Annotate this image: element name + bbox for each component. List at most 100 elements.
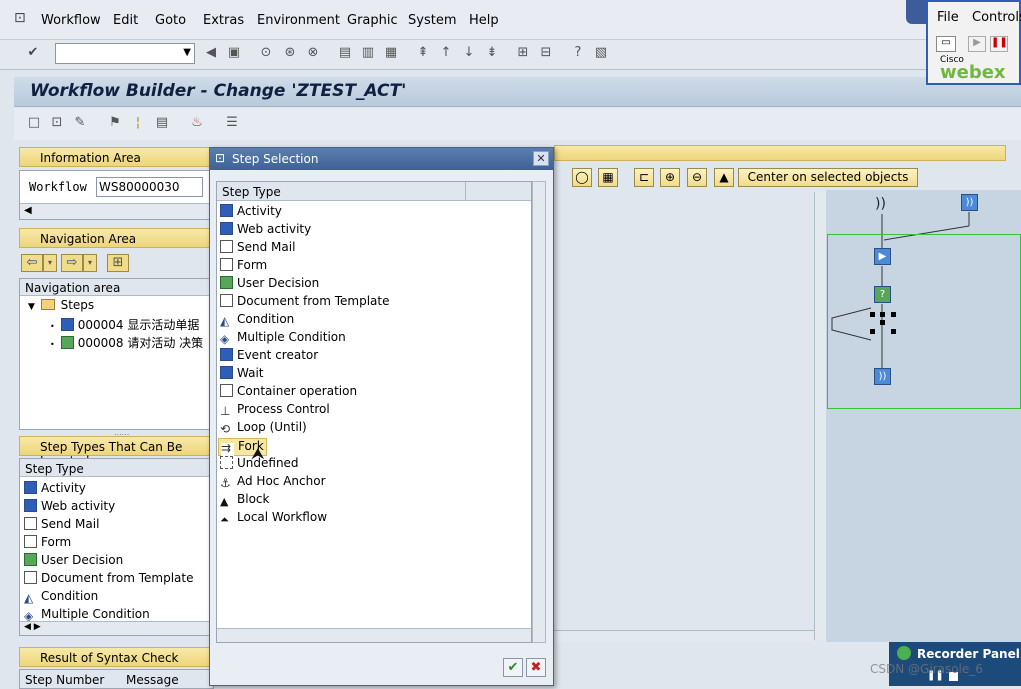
cancel-icon[interactable]: ⊗ <box>305 45 321 61</box>
dialog-item-event-creator[interactable]: Event creator <box>220 348 318 366</box>
information-area-header[interactable]: Information Area <box>19 147 214 167</box>
workflow-field[interactable]: WS80000030 <box>96 177 203 197</box>
tree-icon[interactable]: ⊞ <box>107 254 129 272</box>
dialog-item-process-control[interactable]: ⊥ Process Control <box>220 402 330 420</box>
zoom-fit-icon[interactable]: ◯ <box>572 168 592 187</box>
syntax-check-header[interactable]: Result of Syntax Check <box>19 647 214 667</box>
webex-menu-controls[interactable]: Controls <box>972 10 1021 25</box>
menu-system[interactable]: System <box>408 13 456 28</box>
other-workflow-icon[interactable]: ⊡ <box>49 115 65 131</box>
step-type-item[interactable]: ◭ Condition <box>24 589 98 607</box>
find-icon[interactable]: ▥ <box>360 45 376 61</box>
dialog-item-local-workflow[interactable]: ⏶ Local Workflow <box>220 510 327 528</box>
bin-icon[interactable]: ♨ <box>189 115 205 131</box>
folder-icon[interactable]: ▭ <box>936 36 956 52</box>
step-type-item[interactable]: Document from Template <box>24 571 193 589</box>
dropdown-icon[interactable]: ▾ <box>83 254 97 272</box>
new-icon[interactable]: □ <box>26 115 42 131</box>
dialog-item-web-activity[interactable]: Web activity <box>220 222 311 240</box>
horizontal-scrollbar[interactable] <box>217 628 531 642</box>
step-type-item[interactable]: Form <box>24 535 71 553</box>
tree-root-steps[interactable]: ▼ Steps <box>28 298 94 316</box>
first-page-icon[interactable]: ⇞ <box>415 45 431 61</box>
dialog-item-wait[interactable]: Wait <box>220 366 264 384</box>
step-type-label: Send Mail <box>41 517 100 531</box>
dialog-titlebar[interactable]: ⊡ Step Selection <box>210 148 553 170</box>
command-field[interactable]: ▼ <box>55 43 195 64</box>
cancel-button[interactable]: ✖ <box>526 658 546 677</box>
horizontal-scrollbar[interactable]: ◀ <box>20 203 213 219</box>
dialog-item-document-template[interactable]: Document from Template <box>220 294 389 312</box>
chevron-down-icon[interactable]: ▼ <box>183 47 191 58</box>
activate-icon[interactable]: ⚑ <box>107 115 123 131</box>
overview-icon[interactable]: ▦ <box>598 168 618 187</box>
last-page-icon[interactable]: ⇟ <box>484 45 500 61</box>
pause-icon[interactable]: ❚❚ <box>990 36 1008 52</box>
bindings-icon[interactable]: ▤ <box>154 115 170 131</box>
menu-extras[interactable]: Extras <box>203 13 244 28</box>
menu-goto[interactable]: Goto <box>155 13 186 28</box>
dialog-item-condition[interactable]: ◭ Condition <box>220 312 294 330</box>
sap-menu-icon[interactable]: ⊡ <box>14 10 26 26</box>
menu-environment[interactable]: Environment <box>257 13 340 28</box>
dialog-item-multiple-condition[interactable]: ◈ Multiple Condition <box>220 330 346 348</box>
back-icon[interactable]: ◀ <box>203 45 219 61</box>
dialog-item-user-decision[interactable]: User Decision <box>220 276 319 294</box>
print-icon[interactable]: ▤ <box>337 45 353 61</box>
align-icon[interactable]: ⊏ <box>634 168 654 187</box>
recorder-globe-icon <box>897 646 911 660</box>
dialog-item-container-operation[interactable]: Container operation <box>220 384 357 402</box>
exit-icon[interactable]: ⊛ <box>282 45 298 61</box>
next-page-icon[interactable]: ↓ <box>461 45 477 61</box>
layout-menu-icon[interactable]: ▧ <box>593 45 609 61</box>
save-icon[interactable]: ▣ <box>226 45 242 61</box>
check-icon[interactable]: ✎ <box>72 115 88 131</box>
new-session-icon[interactable]: ⊞ <box>515 45 531 61</box>
test-icon[interactable]: ¦ <box>130 115 146 131</box>
step-type-item[interactable]: User Decision <box>24 553 123 571</box>
step-type-item[interactable]: Activity <box>24 481 86 499</box>
back-nav-icon[interactable]: ⊙ <box>258 45 274 61</box>
expand-icon[interactable]: ▼ <box>28 302 35 312</box>
vertical-scrollbar[interactable] <box>814 192 826 640</box>
item-label: Event creator <box>237 348 319 362</box>
tree-step-row[interactable]: • 000004 显示活动单据 <box>50 316 199 334</box>
menu-graphic[interactable]: Graphic <box>347 13 398 28</box>
dialog-item-activity[interactable]: Activity <box>220 204 282 222</box>
dialog-item-send-mail[interactable]: Send Mail <box>220 240 295 258</box>
step-types-header[interactable]: Step Types That Can Be Inserted <box>19 436 214 468</box>
find-next-icon[interactable]: ▦ <box>383 45 399 61</box>
menu-help[interactable]: Help <box>469 13 499 28</box>
close-icon[interactable]: ✕ <box>533 151 549 166</box>
shortcut-icon[interactable]: ⊟ <box>538 45 554 61</box>
play-icon[interactable]: ▶ <box>968 36 986 52</box>
dialog-item-form[interactable]: Form <box>220 258 267 276</box>
dialog-item-ad-hoc-anchor[interactable]: ⚓ Ad Hoc Anchor <box>220 474 326 492</box>
arrow-right-icon[interactable]: ⇨ <box>61 254 83 272</box>
vertical-scrollbar[interactable] <box>532 181 546 643</box>
step-types-column-header: Step Type <box>20 459 213 477</box>
step-type-item[interactable]: Web activity <box>24 499 115 517</box>
web-activity-icon <box>220 222 233 235</box>
confirm-button[interactable]: ✔ <box>503 658 523 677</box>
center-selected-button[interactable]: Center on selected objects <box>738 168 918 187</box>
menu-edit[interactable]: Edit <box>113 13 138 28</box>
horizontal-scrollbar[interactable] <box>554 630 814 642</box>
zoom-out-icon[interactable]: ⊖ <box>687 168 707 187</box>
center-icon[interactable]: ▲ <box>714 168 734 187</box>
navigation-area-header[interactable]: Navigation Area <box>19 228 214 248</box>
enter-icon[interactable]: ✔ <box>25 45 41 61</box>
dropdown-icon[interactable]: ▾ <box>43 254 57 272</box>
dialog-item-loop-until[interactable]: ⟲ Loop (Until) <box>220 420 307 438</box>
zoom-in-icon[interactable]: ⊕ <box>660 168 680 187</box>
arrow-left-icon[interactable]: ⇦ <box>21 254 43 272</box>
prev-page-icon[interactable]: ↑ <box>438 45 454 61</box>
horizontal-scrollbar[interactable]: ◀ ▶ <box>20 621 213 635</box>
list-icon[interactable]: ☰ <box>224 115 240 131</box>
dialog-item-block[interactable]: ▲ Block <box>220 492 269 510</box>
menu-workflow[interactable]: Workflow <box>41 13 101 28</box>
step-type-item[interactable]: Send Mail <box>24 517 99 535</box>
tree-step-row[interactable]: • 000008 请对活动 决策 <box>50 334 203 352</box>
help-icon[interactable]: ? <box>570 45 586 61</box>
webex-menu-file[interactable]: File <box>937 10 959 25</box>
